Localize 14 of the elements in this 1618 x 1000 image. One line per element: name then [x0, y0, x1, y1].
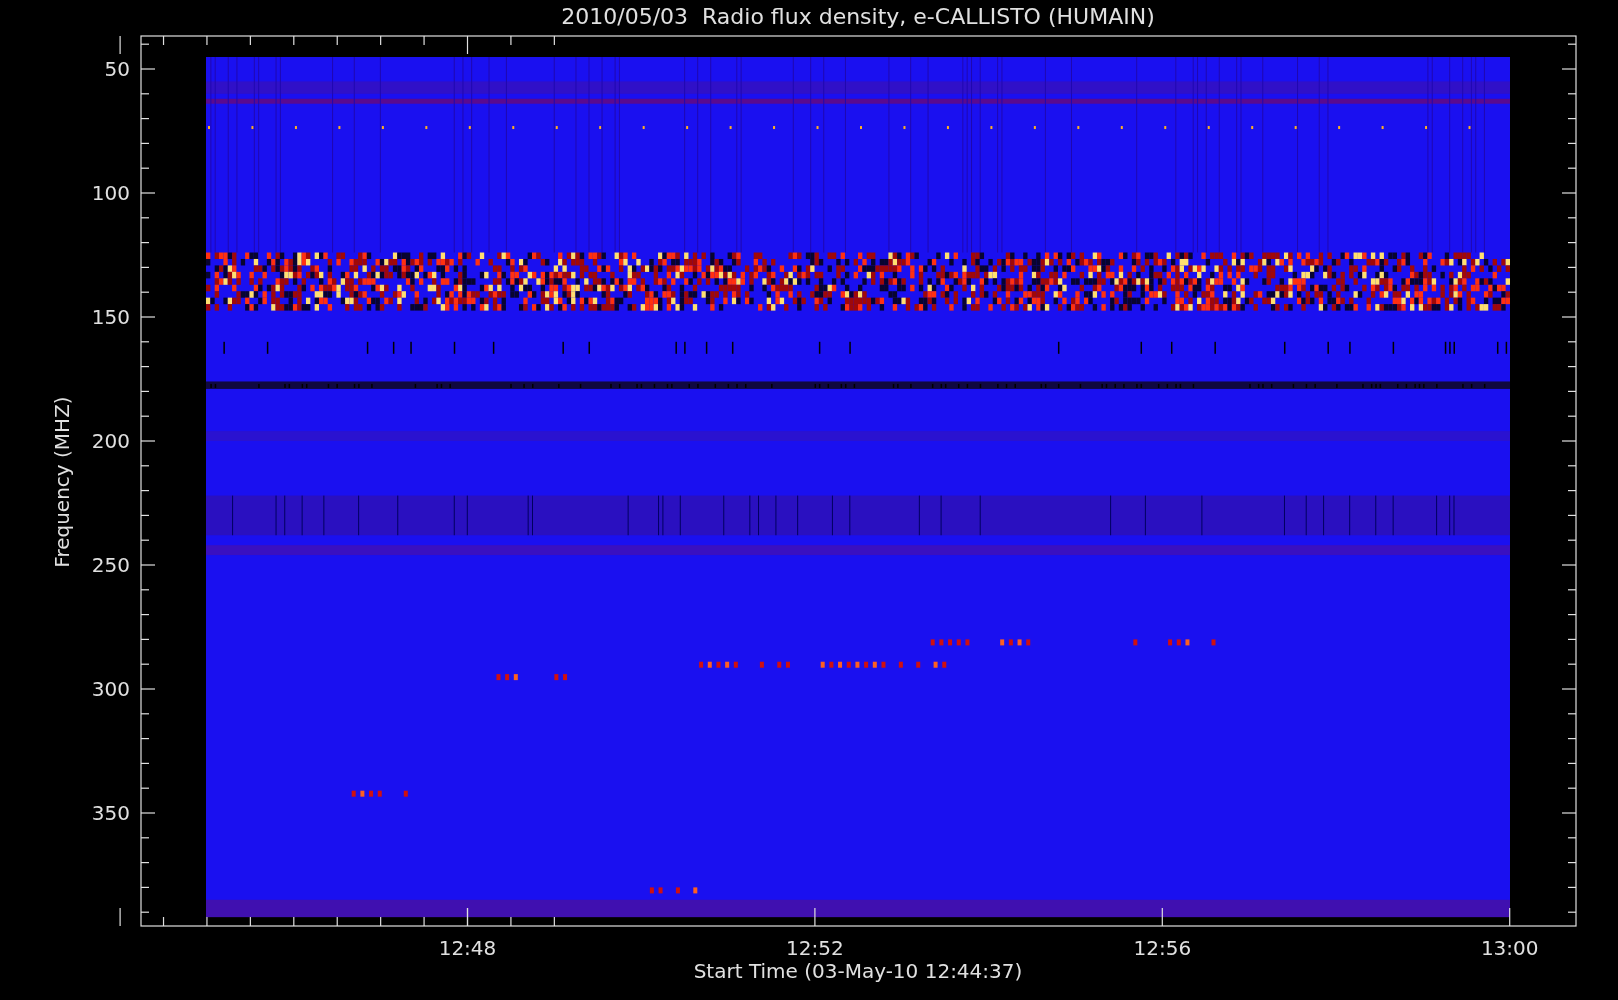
y-tick-label: 200: [91, 429, 130, 453]
x-tick-label: 12:52: [786, 936, 844, 960]
x-axis-label: Start Time (03-May-10 12:44:37): [693, 959, 1023, 983]
y-tick-label: 150: [91, 305, 130, 329]
x-tick-label: 12:48: [438, 936, 497, 960]
x-tick-label: 13:00: [1480, 936, 1539, 960]
chart-title: 2010/05/03 Radio flux density, e-CALLISTO (HUMAIN): [561, 4, 1155, 29]
y-tick-label: 350: [91, 801, 130, 825]
y-tick-label: 250: [91, 553, 130, 577]
y-tick-label: 50: [104, 57, 130, 81]
y-tick-label: 300: [91, 677, 130, 701]
y-tick-label: 100: [91, 181, 130, 205]
x-tick-label: 12:56: [1133, 936, 1192, 960]
y-axis-label: Frequency (MHZ): [50, 396, 74, 568]
